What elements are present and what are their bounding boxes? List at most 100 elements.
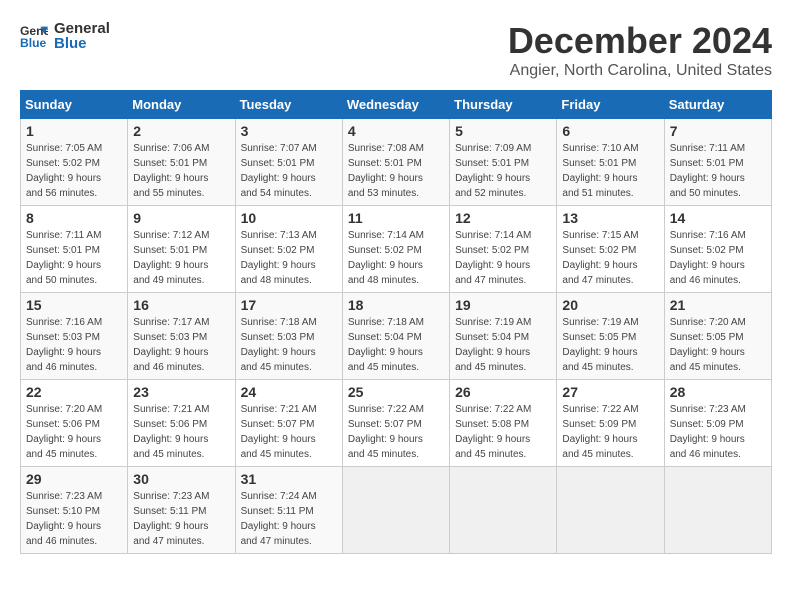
- day-number: 21: [670, 297, 766, 313]
- day-info: Sunrise: 7:17 AMSunset: 5:03 PMDaylight:…: [133, 315, 229, 375]
- calendar-week-2: 8 Sunrise: 7:11 AMSunset: 5:01 PMDaylight…: [21, 206, 772, 293]
- calendar-cell: 27 Sunrise: 7:22 AMSunset: 5:09 PMDayligh…: [557, 380, 664, 467]
- day-info: Sunrise: 7:24 AMSunset: 5:11 PMDaylight:…: [241, 489, 337, 549]
- day-number: 16: [133, 297, 229, 313]
- day-info: Sunrise: 7:19 AMSunset: 5:05 PMDaylight:…: [562, 315, 658, 375]
- day-info: Sunrise: 7:23 AMSunset: 5:10 PMDaylight:…: [26, 489, 122, 549]
- day-number: 6: [562, 123, 658, 139]
- calendar-cell: 7Sunrise: 7:11 AMSunset: 5:01 PMDaylight…: [664, 119, 771, 206]
- day-info: Sunrise: 7:10 AMSunset: 5:01 PMDaylight:…: [562, 141, 658, 201]
- calendar-cell: [342, 467, 449, 554]
- calendar-cell: 4 Sunrise: 7:08 AMSunset: 5:01 PMDaylight…: [342, 119, 449, 206]
- day-info: Sunrise: 7:06 AMSunset: 5:01 PMDaylight:…: [133, 141, 229, 201]
- day-info: Sunrise: 7:09 AMSunset: 5:01 PMDaylight:…: [455, 141, 551, 201]
- calendar-cell: 10 Sunrise: 7:13 AMSunset: 5:02 PMDayligh…: [235, 206, 342, 293]
- day-info: Sunrise: 7:16 AMSunset: 5:03 PMDaylight:…: [26, 315, 122, 375]
- day-info: Sunrise: 7:21 AMSunset: 5:06 PMDaylight:…: [133, 402, 229, 462]
- day-info: Sunrise: 7:22 AMSunset: 5:09 PMDaylight:…: [562, 402, 658, 462]
- calendar-cell: 12 Sunrise: 7:14 AMSunset: 5:02 PMDayligh…: [450, 206, 557, 293]
- day-number: 10: [241, 210, 337, 226]
- day-info: Sunrise: 7:12 AMSunset: 5:01 PMDaylight:…: [133, 228, 229, 288]
- calendar-cell: [664, 467, 771, 554]
- calendar-cell: 29 Sunrise: 7:23 AMSunset: 5:10 PMDayligh…: [21, 467, 128, 554]
- calendar-cell: 24 Sunrise: 7:21 AMSunset: 5:07 PMDayligh…: [235, 380, 342, 467]
- logo-line2: Blue: [54, 35, 110, 52]
- calendar-cell: 6 Sunrise: 7:10 AMSunset: 5:01 PMDaylight…: [557, 119, 664, 206]
- logo: General Blue General Blue: [20, 20, 110, 52]
- header-row: SundayMondayTuesdayWednesdayThursdayFrid…: [21, 91, 772, 119]
- calendar-cell: 11 Sunrise: 7:14 AMSunset: 5:02 PMDayligh…: [342, 206, 449, 293]
- day-number: 1: [26, 123, 122, 139]
- day-info: Sunrise: 7:13 AMSunset: 5:02 PMDaylight:…: [241, 228, 337, 288]
- day-number: 23: [133, 384, 229, 400]
- day-number: 4: [348, 123, 444, 139]
- calendar-cell: 15 Sunrise: 7:16 AMSunset: 5:03 PMDayligh…: [21, 293, 128, 380]
- day-info: Sunrise: 7:08 AMSunset: 5:01 PMDaylight:…: [348, 141, 444, 201]
- title-section: December 2024 Angier, North Carolina, Un…: [508, 20, 772, 80]
- day-header-tuesday: Tuesday: [235, 91, 342, 119]
- day-info: Sunrise: 7:19 AMSunset: 5:04 PMDaylight:…: [455, 315, 551, 375]
- day-number: 30: [133, 471, 229, 487]
- calendar-cell: 17Sunrise: 7:18 AMSunset: 5:03 PMDayligh…: [235, 293, 342, 380]
- day-header-saturday: Saturday: [664, 91, 771, 119]
- day-info: Sunrise: 7:07 AMSunset: 5:01 PMDaylight:…: [241, 141, 337, 201]
- calendar-cell: 28 Sunrise: 7:23 AMSunset: 5:09 PMDayligh…: [664, 380, 771, 467]
- calendar-cell: 21 Sunrise: 7:20 AMSunset: 5:05 PMDayligh…: [664, 293, 771, 380]
- logo-icon: General Blue: [20, 22, 48, 50]
- day-number: 9: [133, 210, 229, 226]
- calendar-subtitle: Angier, North Carolina, United States: [508, 62, 772, 80]
- calendar-cell: 19Sunrise: 7:19 AMSunset: 5:04 PMDayligh…: [450, 293, 557, 380]
- day-info: Sunrise: 7:14 AMSunset: 5:02 PMDaylight:…: [455, 228, 551, 288]
- day-info: Sunrise: 7:21 AMSunset: 5:07 PMDaylight:…: [241, 402, 337, 462]
- day-info: Sunrise: 7:11 AMSunset: 5:01 PMDaylight:…: [26, 228, 122, 288]
- day-number: 5: [455, 123, 551, 139]
- calendar-week-4: 22 Sunrise: 7:20 AMSunset: 5:06 PMDayligh…: [21, 380, 772, 467]
- day-number: 26: [455, 384, 551, 400]
- day-info: Sunrise: 7:15 AMSunset: 5:02 PMDaylight:…: [562, 228, 658, 288]
- day-number: 2: [133, 123, 229, 139]
- day-number: 14: [670, 210, 766, 226]
- calendar-cell: 23 Sunrise: 7:21 AMSunset: 5:06 PMDayligh…: [128, 380, 235, 467]
- svg-text:Blue: Blue: [20, 36, 47, 50]
- day-info: Sunrise: 7:11 AMSunset: 5:01 PMDaylight:…: [670, 141, 766, 201]
- calendar-cell: 16 Sunrise: 7:17 AMSunset: 5:03 PMDayligh…: [128, 293, 235, 380]
- day-number: 15: [26, 297, 122, 313]
- day-header-friday: Friday: [557, 91, 664, 119]
- day-info: Sunrise: 7:18 AMSunset: 5:03 PMDaylight:…: [241, 315, 337, 375]
- calendar-cell: 9 Sunrise: 7:12 AMSunset: 5:01 PMDaylight…: [128, 206, 235, 293]
- day-header-monday: Monday: [128, 91, 235, 119]
- day-header-thursday: Thursday: [450, 91, 557, 119]
- day-info: Sunrise: 7:20 AMSunset: 5:06 PMDaylight:…: [26, 402, 122, 462]
- day-info: Sunrise: 7:14 AMSunset: 5:02 PMDaylight:…: [348, 228, 444, 288]
- calendar-cell: 5 Sunrise: 7:09 AMSunset: 5:01 PMDaylight…: [450, 119, 557, 206]
- calendar-cell: 20Sunrise: 7:19 AMSunset: 5:05 PMDayligh…: [557, 293, 664, 380]
- day-number: 25: [348, 384, 444, 400]
- day-info: Sunrise: 7:20 AMSunset: 5:05 PMDaylight:…: [670, 315, 766, 375]
- calendar-cell: [557, 467, 664, 554]
- calendar-cell: 13 Sunrise: 7:15 AMSunset: 5:02 PMDayligh…: [557, 206, 664, 293]
- day-header-wednesday: Wednesday: [342, 91, 449, 119]
- day-number: 11: [348, 210, 444, 226]
- day-number: 13: [562, 210, 658, 226]
- calendar-cell: 30Sunrise: 7:23 AMSunset: 5:11 PMDayligh…: [128, 467, 235, 554]
- day-info: Sunrise: 7:23 AMSunset: 5:09 PMDaylight:…: [670, 402, 766, 462]
- day-header-sunday: Sunday: [21, 91, 128, 119]
- day-info: Sunrise: 7:05 AMSunset: 5:02 PMDaylight:…: [26, 141, 122, 201]
- calendar-week-5: 29 Sunrise: 7:23 AMSunset: 5:10 PMDayligh…: [21, 467, 772, 554]
- day-number: 27: [562, 384, 658, 400]
- page-header: General Blue General Blue December 2024 …: [20, 20, 772, 80]
- calendar-week-1: 1 Sunrise: 7:05 AMSunset: 5:02 PMDaylight…: [21, 119, 772, 206]
- calendar-cell: 1 Sunrise: 7:05 AMSunset: 5:02 PMDaylight…: [21, 119, 128, 206]
- calendar-cell: 3Sunrise: 7:07 AMSunset: 5:01 PMDaylight…: [235, 119, 342, 206]
- day-number: 24: [241, 384, 337, 400]
- day-number: 8: [26, 210, 122, 226]
- day-number: 31: [241, 471, 337, 487]
- day-number: 22: [26, 384, 122, 400]
- day-number: 28: [670, 384, 766, 400]
- day-info: Sunrise: 7:16 AMSunset: 5:02 PMDaylight:…: [670, 228, 766, 288]
- day-number: 12: [455, 210, 551, 226]
- calendar-cell: 31 Sunrise: 7:24 AMSunset: 5:11 PMDayligh…: [235, 467, 342, 554]
- day-number: 29: [26, 471, 122, 487]
- day-info: Sunrise: 7:22 AMSunset: 5:08 PMDaylight:…: [455, 402, 551, 462]
- calendar-cell: 2 Sunrise: 7:06 AMSunset: 5:01 PMDaylight…: [128, 119, 235, 206]
